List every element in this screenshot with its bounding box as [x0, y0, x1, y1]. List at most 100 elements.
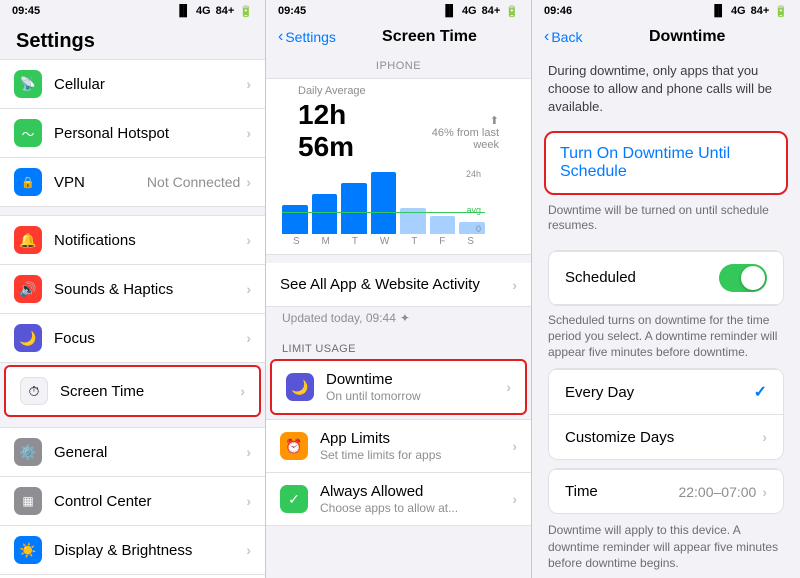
see-all-chevron: ›	[512, 277, 517, 293]
st-change: ⬆ 46% from last week	[406, 114, 499, 151]
back-chevron-3: ‹	[544, 28, 549, 46]
general-icon: ⚙️	[14, 438, 42, 466]
back-chevron-2: ‹	[278, 28, 283, 46]
status-bar-2: 09:45 ▐▌ 4G 84+ 🔋	[266, 0, 531, 22]
sidebar-item-general[interactable]: ⚙️ General ›	[0, 427, 265, 477]
vpn-label: VPN	[54, 174, 147, 191]
panel3-nav: ‹ Back Downtime	[532, 22, 800, 52]
battery-icon-1: 🔋	[239, 5, 253, 18]
app-limits-icon: ⏰	[280, 432, 308, 460]
focus-icon: 🌙	[14, 324, 42, 352]
app-limits-item[interactable]: ⏰ App Limits Set time limits for apps ›	[266, 419, 531, 473]
signal-icon-1: ▐▌	[175, 5, 191, 17]
scale-bot: 0	[476, 224, 481, 234]
st-time-value: 12h 56m	[298, 99, 406, 163]
time-chevron: ›	[762, 484, 767, 500]
downtime-subtitle: On until tomorrow	[326, 389, 506, 403]
sidebar-item-display[interactable]: ☀️ Display & Brightness ›	[0, 526, 265, 575]
scheduled-row[interactable]: Scheduled	[549, 251, 783, 305]
limit-usage-label: LIMIT USAGE	[266, 333, 531, 359]
time-label: Time	[565, 483, 678, 500]
chart-container: avg 24h 0 S M T W T F S	[282, 169, 515, 244]
turn-on-downtime-button[interactable]: Turn On Downtime Until Schedule	[544, 131, 788, 195]
scheduled-section: Scheduled	[532, 242, 800, 308]
control-center-icon: ▦	[14, 487, 42, 515]
avg-label: avg	[466, 205, 481, 215]
sidebar-item-focus[interactable]: 🌙 Focus ›	[0, 314, 265, 363]
time-row: 12h 56m ⬆ 46% from last week	[282, 97, 515, 163]
control-center-chevron: ›	[246, 493, 251, 509]
divider-2	[0, 419, 265, 427]
day-s1: S	[293, 236, 300, 247]
network-type-2: 4G	[462, 5, 477, 17]
downtime-description: During downtime, only apps that you choo…	[532, 52, 800, 127]
see-all-activity[interactable]: See All App & Website Activity ›	[266, 263, 531, 307]
status-time-3: 09:46	[544, 5, 572, 17]
every-day-row[interactable]: Every Day ✓	[549, 369, 783, 415]
st-change-text: 46% from last week	[406, 127, 499, 151]
battery-icon-2: 🔋	[505, 5, 519, 18]
customize-days-chevron: ›	[762, 429, 767, 445]
days-section: Every Day ✓ Customize Days ›	[532, 368, 800, 460]
panel2-nav: ‹ Settings Screen Time	[266, 22, 531, 52]
status-bar-1: 09:45 ▐▌ 4G 84+ 🔋	[0, 0, 265, 22]
status-bar-3: 09:46 ▐▌ 4G 84+ 🔋	[532, 0, 800, 22]
scheduled-toggle[interactable]	[719, 264, 767, 292]
focus-chevron: ›	[246, 330, 251, 346]
cellular-chevron: ›	[246, 76, 251, 92]
back-to-screen-time[interactable]: ‹ Back	[544, 28, 582, 46]
sounds-label: Sounds & Haptics	[54, 281, 246, 298]
day-f: F	[439, 236, 445, 247]
every-day-label: Every Day	[565, 384, 754, 401]
control-center-label: Control Center	[54, 493, 246, 510]
network-type-1: 4G	[196, 5, 211, 17]
st-arrow: ⬆	[406, 114, 499, 127]
always-allowed-icon: ✓	[280, 485, 308, 513]
time-row-dt[interactable]: Time 22:00–07:00 ›	[549, 469, 783, 513]
customize-days-label: Customize Days	[565, 429, 762, 446]
sidebar-item-sounds[interactable]: 🔊 Sounds & Haptics ›	[0, 265, 265, 314]
updated-row: Updated today, 09:44 ✦	[266, 307, 531, 333]
back-to-settings[interactable]: ‹ Settings	[278, 28, 336, 46]
avg-line	[282, 212, 485, 213]
back-label-3: Back	[551, 29, 582, 45]
time-value-dt: 22:00–07:00	[678, 484, 756, 500]
sidebar-item-notifications[interactable]: 🔔 Notifications ›	[0, 215, 265, 265]
day-t1: T	[352, 236, 358, 247]
status-right-2: ▐▌ 4G 84+ 🔋	[441, 5, 519, 18]
focus-label: Focus	[54, 330, 246, 347]
downtime-icon: 🌙	[286, 373, 314, 401]
status-right-3: ▐▌ 4G 84+ 🔋	[710, 5, 788, 18]
bar-1	[312, 194, 338, 234]
device-label: IPHONE	[266, 52, 531, 74]
sidebar-item-screen-time[interactable]: ⏱ Screen Time ›	[4, 365, 261, 417]
app-limits-chevron: ›	[512, 438, 517, 454]
battery-label-3: 84+	[751, 5, 770, 17]
time-section: Time 22:00–07:00 ›	[532, 460, 800, 514]
scale-top: 24h	[466, 169, 481, 179]
day-m: M	[322, 236, 330, 247]
general-label: General	[54, 444, 246, 461]
sidebar-item-control-center[interactable]: ▦ Control Center ›	[0, 477, 265, 526]
screen-time-icon: ⏱	[20, 377, 48, 405]
always-allowed-label: Always Allowed	[320, 483, 512, 500]
notifications-chevron: ›	[246, 232, 251, 248]
hotspot-label: Personal Hotspot	[54, 125, 246, 142]
sidebar-item-hotspot[interactable]: 〜 Personal Hotspot ›	[0, 109, 265, 158]
customize-days-row[interactable]: Customize Days ›	[549, 415, 783, 459]
always-allowed-item[interactable]: ✓ Always Allowed Choose apps to allow at…	[266, 473, 531, 526]
sidebar-item-cellular[interactable]: 📡 Cellular ›	[0, 59, 265, 109]
app-limits-subtitle: Set time limits for apps	[320, 448, 512, 462]
general-chevron: ›	[246, 444, 251, 460]
every-day-checkmark: ✓	[754, 382, 767, 402]
sidebar-item-vpn[interactable]: 🔒 VPN Not Connected ›	[0, 158, 265, 207]
panel-screen-time: 09:45 ▐▌ 4G 84+ 🔋 ‹ Settings Screen Time…	[266, 0, 532, 578]
status-time-2: 09:45	[278, 5, 306, 17]
downtime-item[interactable]: 🌙 Downtime On until tomorrow ›	[270, 359, 527, 415]
panel2-scroll: IPHONE Daily Average 12h 56m ⬆ 46% from …	[266, 52, 531, 578]
display-icon: ☀️	[14, 536, 42, 564]
display-chevron: ›	[246, 542, 251, 558]
back-label-2: Settings	[285, 29, 336, 45]
notifications-label: Notifications	[54, 232, 246, 249]
status-right-1: ▐▌ 4G 84+ 🔋	[175, 5, 253, 18]
